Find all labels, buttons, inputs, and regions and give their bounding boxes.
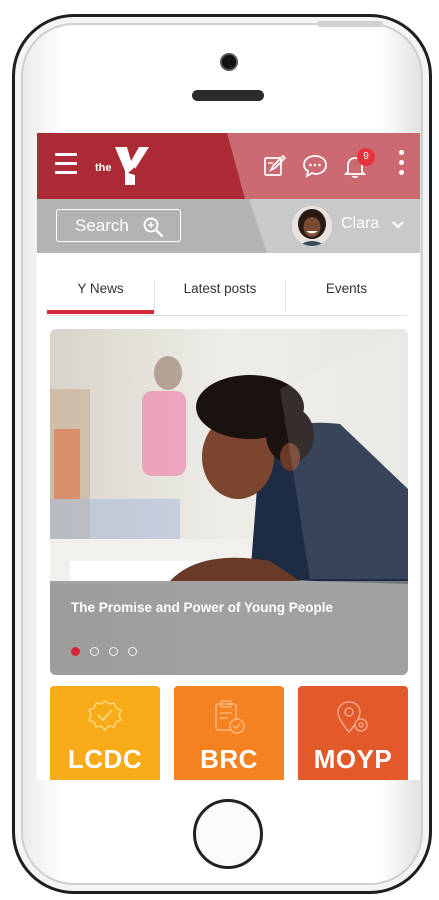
carousel-dot[interactable] [109, 647, 118, 656]
hero-title[interactable]: The Promise and Power of Young People [71, 600, 371, 616]
top-bar: the 9 [37, 133, 420, 199]
carousel-dots [71, 643, 147, 656]
search-icon [143, 217, 164, 238]
app-screen: the 9 Search Clara Y News Latest posts E… [37, 133, 420, 780]
more-vertical-icon[interactable] [397, 150, 405, 182]
phone-side-button [317, 21, 383, 27]
tab-events[interactable]: Events [286, 281, 407, 313]
chat-icon[interactable] [302, 153, 328, 179]
edit-icon[interactable] [262, 153, 288, 179]
search-button[interactable]: Search [56, 209, 181, 242]
chevron-down-icon[interactable] [391, 220, 405, 230]
camera [222, 55, 236, 69]
avatar[interactable] [292, 206, 332, 246]
speaker [192, 90, 264, 101]
menu-icon[interactable] [55, 153, 77, 175]
location-gear-icon [337, 701, 368, 734]
ymca-logo: the [95, 145, 155, 187]
notification-badge: 9 [357, 148, 375, 166]
carousel-dot[interactable] [128, 647, 137, 656]
news-carousel[interactable]: The Promise and Power of Young People [50, 329, 408, 675]
hero-caption: The Promise and Power of Young People [50, 581, 408, 675]
tile-label: MOYP [313, 744, 393, 774]
clipboard-check-icon [215, 700, 245, 734]
tab-active-indicator [47, 310, 154, 314]
search-label: Search [75, 216, 129, 235]
tile-moyp[interactable]: MOYP [298, 686, 408, 780]
tile-brc[interactable]: BRC [174, 686, 284, 780]
home-button[interactable] [193, 799, 263, 869]
carousel-dot[interactable] [71, 647, 80, 656]
tab-y-news[interactable]: Y News [47, 281, 154, 313]
user-name[interactable]: Clara [341, 215, 379, 233]
tab-bar: Y News Latest posts Events [47, 253, 407, 316]
badge-check-icon [87, 700, 123, 732]
logo-prefix: the [95, 162, 112, 174]
tab-latest-posts[interactable]: Latest posts [155, 281, 285, 313]
tile-lcdc[interactable]: LCDC [50, 686, 160, 780]
search-bar: Search Clara [37, 199, 420, 253]
tile-label: LCDC [67, 744, 143, 774]
carousel-dot[interactable] [90, 647, 99, 656]
tile-label: BRC [200, 744, 258, 774]
